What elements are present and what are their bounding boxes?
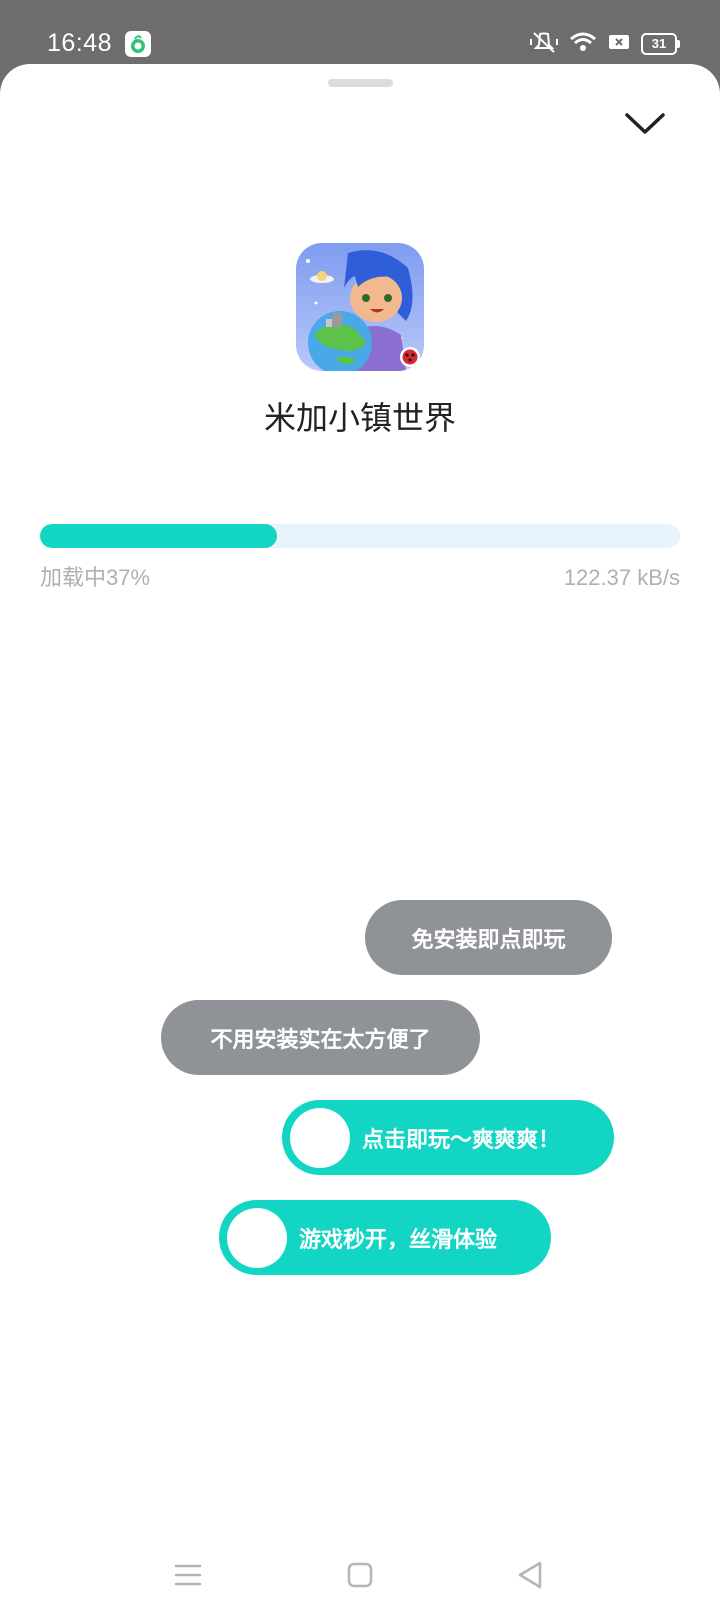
app-icon: [296, 243, 424, 371]
wifi-icon: [569, 31, 597, 58]
drag-handle[interactable]: [328, 79, 393, 87]
status-bar: 16:48 31: [0, 0, 720, 66]
loading-sheet: 米加小镇世界 加载中37% 122.37 kB/s 免安装即点即玩 不用安装实在…: [0, 64, 720, 1600]
bubble-knob: [290, 1107, 350, 1168]
navigation-bar: [0, 1550, 720, 1600]
bubble-text: 免安装即点即玩: [411, 926, 566, 952]
bubble-text: 游戏秒开，丝滑体验: [299, 1226, 498, 1252]
loading-status: 加载中37%: [40, 565, 151, 590]
menu-icon: [174, 1564, 202, 1586]
app-notification-icon: [125, 31, 151, 57]
collapse-button[interactable]: [620, 104, 670, 144]
bubble-tap-to-play: 点击即玩～爽爽爽！: [282, 1100, 614, 1175]
no-sim-icon: [607, 32, 631, 57]
nav-home-button[interactable]: [335, 1550, 385, 1600]
home-icon: [347, 1562, 373, 1588]
bubble-knob: [227, 1207, 287, 1268]
mute-icon: [529, 30, 559, 59]
bubble-text: 不用安装实在太方便了: [210, 1026, 431, 1052]
bubble-text: 点击即玩～爽爽爽！: [362, 1126, 561, 1152]
nav-back-button[interactable]: [505, 1550, 555, 1600]
bubble-instant-start: 游戏秒开，丝滑体验: [219, 1200, 551, 1275]
bubble-no-install: 免安装即点即玩: [365, 900, 612, 975]
progress-fill: [40, 524, 277, 548]
chevron-down-icon: [625, 113, 665, 134]
status-icons: 31: [529, 30, 680, 59]
app-name: 米加小镇世界: [263, 400, 456, 436]
status-time: 16:48: [47, 29, 113, 57]
download-progress-bar: [40, 524, 680, 548]
battery-icon: 31: [641, 33, 680, 55]
bubble-convenient: 不用安装实在太方便了: [161, 1000, 480, 1075]
back-icon: [518, 1561, 542, 1589]
download-speed: 122.37 kB/s: [563, 565, 680, 590]
nav-menu-button[interactable]: [163, 1550, 213, 1600]
